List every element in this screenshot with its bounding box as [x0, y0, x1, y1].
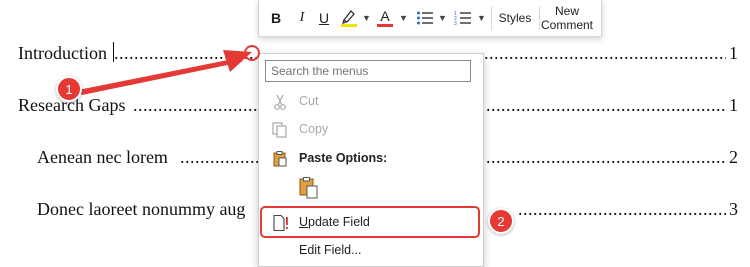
update-field-highlight [260, 206, 480, 238]
font-color-swatch [377, 24, 393, 27]
mini-toolbar: B I U ▼ A ▼ ▼ 1 2 3 ▼ Styles New Comment [258, 0, 602, 37]
toc-leader-dots: ........................................… [486, 147, 726, 167]
numbering-button[interactable]: 1 2 3 [453, 4, 473, 32]
svg-text:3: 3 [454, 21, 457, 26]
menu-item-label: Edit Field... [299, 243, 362, 257]
toc-entry-label: Introduction [18, 43, 107, 63]
text-cursor [113, 42, 114, 62]
toolbar-divider [539, 6, 540, 30]
toolbar-divider [491, 6, 492, 30]
toc-entry-label: Aenean nec lorem [37, 147, 168, 167]
toc-leader-dots: .................... [180, 147, 259, 167]
chevron-down-icon[interactable]: ▼ [477, 13, 486, 23]
menu-item-label: Copy [299, 122, 329, 136]
bold-button[interactable]: B [267, 4, 285, 32]
toc-page-number: 1 [729, 43, 738, 63]
step-badge-1: 1 [56, 76, 82, 102]
toc-leader-dots: .............................. [133, 95, 259, 115]
paste-options-heading: Paste Options: [259, 146, 483, 172]
toc-entry-label: Donec laoreet nonummy aug [37, 199, 246, 219]
paste-icon [299, 177, 318, 199]
chevron-down-icon[interactable]: ▼ [362, 13, 371, 23]
toc-page-number: 1 [729, 95, 738, 115]
menu-item-cut[interactable]: Cut [259, 89, 483, 115]
highlight-color-button[interactable] [339, 4, 359, 32]
chevron-down-icon[interactable]: ▼ [399, 13, 408, 23]
font-color-button[interactable]: A [375, 4, 395, 32]
copy-icon [272, 122, 287, 138]
menu-item-label: Cut [299, 94, 319, 108]
font-color-letter: A [380, 8, 390, 24]
underline-button[interactable]: U [315, 4, 333, 32]
bullets-button[interactable] [415, 4, 435, 32]
clipboard-icon [273, 151, 287, 167]
menu-item-copy[interactable]: Copy [259, 117, 483, 143]
chevron-down-icon[interactable]: ▼ [438, 13, 447, 23]
bullet-list-icon [417, 11, 433, 25]
styles-button[interactable]: Styles [495, 4, 535, 32]
numbered-list-icon: 1 2 3 [454, 11, 471, 26]
search-menus-input[interactable] [265, 60, 471, 82]
toc-page-number: 3 [729, 199, 738, 219]
scissors-icon [274, 94, 286, 110]
menu-item-label: Paste Options: [299, 151, 388, 165]
paste-keep-text-button[interactable] [297, 176, 323, 202]
new-comment-button[interactable]: New Comment [541, 3, 593, 33]
menu-item-edit-field[interactable]: Edit Field... [259, 238, 483, 264]
italic-button[interactable]: I [293, 4, 311, 32]
toc-page-number: 2 [729, 147, 738, 167]
step-badge-2: 2 [488, 208, 514, 234]
toc-leader-dots: ........................................… [486, 95, 726, 115]
toc-leader-dots: ........................................… [518, 199, 726, 219]
highlighter-icon [341, 10, 357, 27]
